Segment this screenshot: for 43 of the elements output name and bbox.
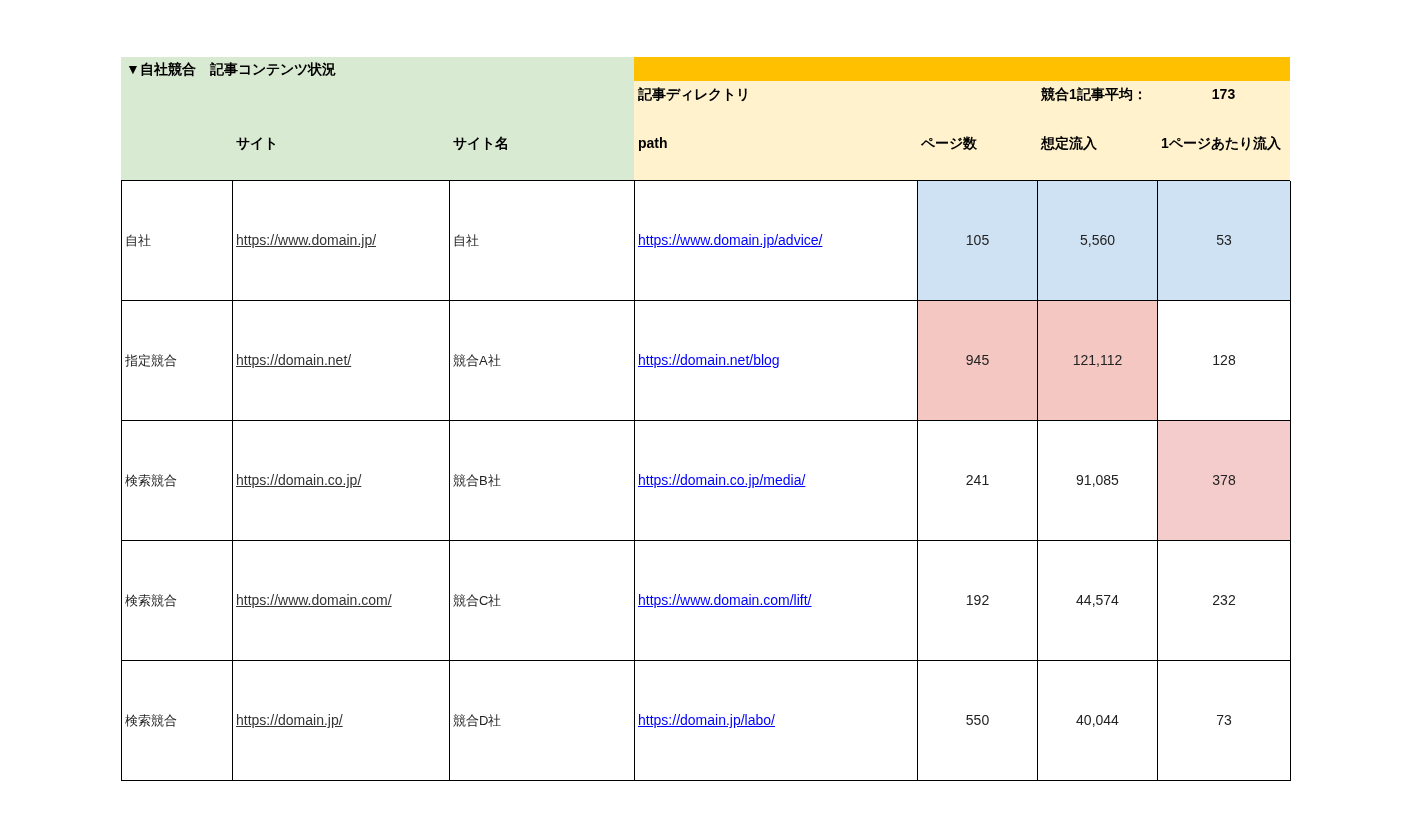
number-cell: 378 (1158, 421, 1291, 541)
path-link[interactable]: https://domain.net/blog (638, 350, 780, 371)
site-link[interactable]: https://domain.co.jp/ (236, 470, 362, 491)
number-cell: 945 (918, 301, 1038, 421)
number-cell: 192 (918, 541, 1038, 661)
category-text: 指定競合 (125, 351, 177, 370)
site-link[interactable]: https://www.domain.jp/ (236, 230, 377, 251)
path-link[interactable]: https://domain.jp/labo/ (638, 710, 775, 731)
number-cell: 73 (1158, 661, 1291, 781)
number-cell: 44,574 (1038, 541, 1158, 661)
number-cell: 241 (918, 421, 1038, 541)
site-name-text: 競合C社 (453, 591, 502, 610)
site-name-text: 自社 (453, 231, 479, 250)
section-label: 記事ディレクトリ (637, 84, 750, 104)
category-text: 検索競合 (125, 471, 177, 490)
path-link[interactable]: https://www.domain.jp/advice/ (638, 230, 823, 251)
site-link[interactable]: https://www.domain.com/ (236, 590, 392, 611)
site-link[interactable]: https://domain.jp/ (236, 710, 343, 731)
number-cell: 232 (1158, 541, 1291, 661)
category-text: 自社 (125, 231, 151, 250)
site-name-text: 競合A社 (453, 351, 501, 370)
average-label: 競合1記事平均： (1040, 84, 1147, 104)
number-cell: 121,112 (1038, 301, 1158, 421)
category-text: 検索競合 (125, 591, 177, 610)
column-header: path (637, 134, 668, 153)
column-header: ページ数 (920, 134, 977, 153)
column-header: サイト (235, 134, 278, 153)
column-header: 1ページあたり流入 (1160, 134, 1281, 153)
site-name-text: 競合B社 (453, 471, 501, 490)
site-name-text: 競合D社 (453, 711, 502, 730)
column-header: サイト名 (452, 134, 509, 153)
number-cell: 105 (918, 181, 1038, 301)
path-link[interactable]: https://www.domain.com/lift/ (638, 590, 812, 611)
average-value: 173 (1211, 84, 1236, 104)
number-cell: 550 (918, 661, 1038, 781)
column-header: 想定流入 (1040, 134, 1097, 153)
sheet-title: ▼自社競合 記事コンテンツ状況 (125, 60, 337, 79)
number-cell: 40,044 (1038, 661, 1158, 781)
category-text: 検索競合 (125, 711, 177, 730)
number-cell: 53 (1158, 181, 1291, 301)
number-cell: 5,560 (1038, 181, 1158, 301)
path-link[interactable]: https://domain.co.jp/media/ (638, 470, 806, 491)
site-link[interactable]: https://domain.net/ (236, 350, 352, 371)
